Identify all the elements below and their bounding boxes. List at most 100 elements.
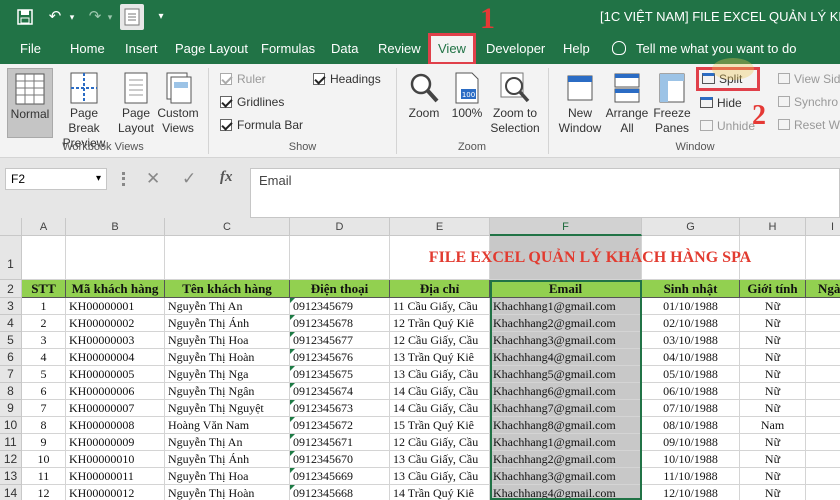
table-cell[interactable]: 3 — [22, 332, 66, 349]
table-cell[interactable]: 0912345671 — [290, 434, 390, 451]
table-cell[interactable]: Nữ — [740, 451, 806, 468]
table-cell[interactable]: 18 — [806, 315, 840, 332]
table-cell[interactable]: KH00000008 — [66, 417, 165, 434]
zoom-button[interactable]: Zoom — [404, 72, 444, 121]
row-header[interactable]: 14 — [0, 485, 22, 500]
table-cell[interactable]: 13 Cầu Giấy, Cầu — [390, 468, 490, 485]
table-cell[interactable]: 12 Cầu Giấy, Cầu — [390, 332, 490, 349]
table-cell[interactable]: 7 — [22, 400, 66, 417]
unhide-button[interactable]: Unhide — [700, 119, 755, 135]
table-cell[interactable]: 25 — [806, 417, 840, 434]
table-cell[interactable]: 21 — [806, 349, 840, 366]
hide-button[interactable]: Hide — [700, 96, 742, 112]
table-cell[interactable]: 05/10/1988 — [642, 366, 740, 383]
table-cell[interactable]: Nữ — [740, 434, 806, 451]
table-cell[interactable]: KH00000009 — [66, 434, 165, 451]
tab-help[interactable]: Help — [563, 34, 590, 64]
table-cell[interactable]: 8 — [22, 417, 66, 434]
undo-dropdown-icon[interactable]: ▾ — [66, 6, 78, 28]
table-cell[interactable]: KH00000001 — [66, 298, 165, 315]
table-cell[interactable]: Khachhang2@gmail.com — [490, 451, 642, 468]
table-cell[interactable]: Khachhang7@gmail.com — [490, 400, 642, 417]
table-cell[interactable]: Nữ — [740, 298, 806, 315]
table-cell[interactable]: 0912345670 — [290, 451, 390, 468]
table-cell[interactable]: 10/10/1988 — [642, 451, 740, 468]
tab-home[interactable]: Home — [70, 34, 105, 64]
table-cell[interactable]: KH00000003 — [66, 332, 165, 349]
table-cell[interactable]: 01/10/1988 — [642, 298, 740, 315]
table-cell[interactable]: KH00000012 — [66, 485, 165, 500]
table-cell[interactable]: Nữ — [740, 383, 806, 400]
cell[interactable] — [165, 236, 290, 280]
gridlines-checkbox[interactable]: Gridlines — [220, 95, 284, 111]
table-cell[interactable]: KH00000006 — [66, 383, 165, 400]
table-cell[interactable]: 14 Trần Quý Kiê — [390, 485, 490, 500]
table-cell[interactable]: 08/10/1988 — [642, 417, 740, 434]
table-cell[interactable]: 1 — [22, 298, 66, 315]
table-cell[interactable]: 20 — [806, 332, 840, 349]
table-cell[interactable]: 14 Cầu Giấy, Cầu — [390, 400, 490, 417]
table-cell[interactable]: 0912345673 — [290, 400, 390, 417]
zoom-to-selection-button[interactable]: Zoom to Selection — [487, 72, 543, 136]
table-cell[interactable]: 9 — [22, 434, 66, 451]
row-header[interactable]: 6 — [0, 349, 22, 366]
table-cell[interactable]: 0912345679 — [290, 298, 390, 315]
table-cell[interactable]: Nữ — [740, 400, 806, 417]
table-cell[interactable]: 0912345677 — [290, 332, 390, 349]
table-cell[interactable]: 06/10/1988 — [642, 383, 740, 400]
table-cell[interactable]: 0912345676 — [290, 349, 390, 366]
row-header[interactable]: 1 — [0, 236, 22, 280]
column-title-4[interactable]: Địa chỉ — [390, 280, 490, 298]
row-header[interactable]: 2 — [0, 280, 22, 298]
table-cell[interactable]: Khachhang5@gmail.com — [490, 366, 642, 383]
table-cell[interactable]: 14 Cầu Giấy, Cầu — [390, 383, 490, 400]
formula-bar-grip-icon[interactable] — [122, 172, 125, 186]
formula-bar-checkbox[interactable]: Formula Bar — [220, 118, 303, 134]
table-cell[interactable]: 0912345668 — [290, 485, 390, 500]
view-side-by-side-button[interactable]: View Sid — [778, 72, 840, 88]
cell[interactable] — [806, 236, 840, 280]
row-header[interactable]: 8 — [0, 383, 22, 400]
row-header[interactable]: 4 — [0, 315, 22, 332]
synchronous-scrolling-button[interactable]: Synchro — [778, 95, 838, 111]
reset-window-position-button[interactable]: Reset W — [778, 118, 840, 134]
column-title-2[interactable]: Tên khách hàng — [165, 280, 290, 298]
undo-icon[interactable]: ↶ — [44, 6, 66, 28]
freeze-panes-button[interactable]: Freeze Panes — [650, 72, 694, 136]
cell[interactable] — [22, 236, 66, 280]
table-cell[interactable]: 19 — [806, 434, 840, 451]
column-title-8[interactable]: Ngày — [806, 280, 840, 298]
table-cell[interactable]: Khachhang1@gmail.com — [490, 298, 642, 315]
cancel-icon[interactable]: ✕ — [146, 169, 160, 189]
row-header[interactable]: 12 — [0, 451, 22, 468]
name-box-dropdown-icon[interactable]: ▾ — [96, 169, 101, 189]
table-cell[interactable]: 15 Trần Quý Kiê — [390, 417, 490, 434]
column-title-7[interactable]: Giới tính — [740, 280, 806, 298]
tab-insert[interactable]: Insert — [125, 34, 158, 64]
table-cell[interactable]: 09/10/1988 — [642, 434, 740, 451]
table-cell[interactable]: KH00000010 — [66, 451, 165, 468]
select-all-corner[interactable] — [0, 218, 22, 236]
table-cell[interactable]: 19 — [806, 298, 840, 315]
arrange-all-button[interactable]: Arrange All — [604, 72, 650, 136]
ruler-checkbox[interactable]: Ruler — [220, 72, 266, 88]
table-cell[interactable]: KH00000007 — [66, 400, 165, 417]
table-cell[interactable]: Khachhang6@gmail.com — [490, 383, 642, 400]
table-cell[interactable]: 0912345678 — [290, 315, 390, 332]
table-cell[interactable]: 02/10/1988 — [642, 315, 740, 332]
table-cell[interactable]: KH00000002 — [66, 315, 165, 332]
tell-me-search[interactable]: Tell me what you want to do — [612, 34, 796, 64]
tab-data[interactable]: Data — [331, 34, 358, 64]
column-header[interactable]: F — [490, 218, 642, 236]
table-cell[interactable]: 2 — [22, 315, 66, 332]
row-header[interactable]: 10 — [0, 417, 22, 434]
row-header[interactable]: 11 — [0, 434, 22, 451]
table-cell[interactable]: 21 — [806, 485, 840, 500]
tab-formulas[interactable]: Formulas — [261, 34, 315, 64]
zoom-100-button[interactable]: 100 100% — [448, 72, 486, 121]
table-cell[interactable]: 13 Cầu Giấy, Cầu — [390, 451, 490, 468]
table-cell[interactable]: 11 — [22, 468, 66, 485]
row-header[interactable]: 9 — [0, 400, 22, 417]
table-cell[interactable]: 0912345674 — [290, 383, 390, 400]
table-cell[interactable]: 4 — [22, 349, 66, 366]
